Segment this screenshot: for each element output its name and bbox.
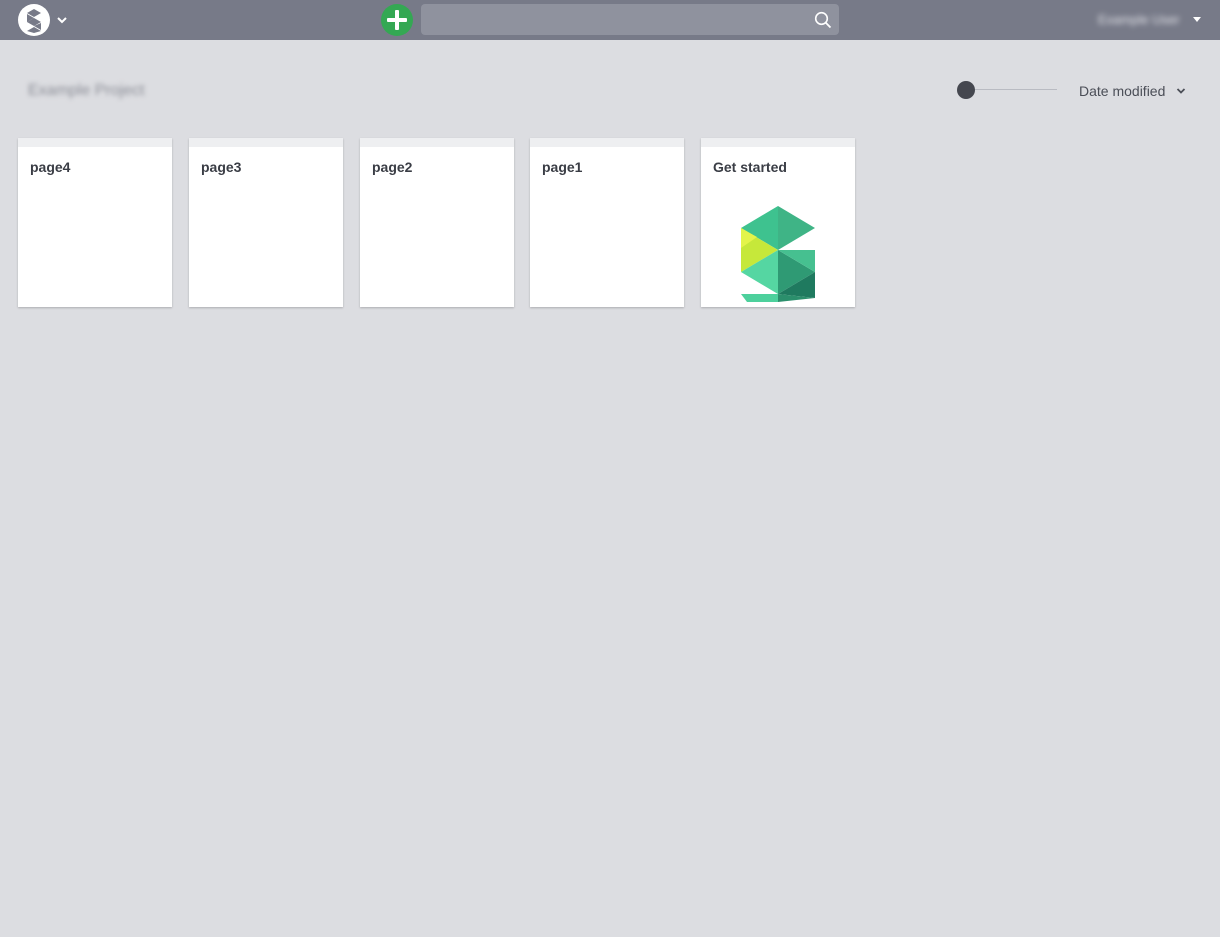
page-card[interactable]: page3 <box>189 138 343 307</box>
page-card-title: page2 <box>372 159 413 175</box>
chevron-down-icon <box>57 17 67 24</box>
page-card-title: Get started <box>713 159 787 175</box>
page-card[interactable]: page4 <box>18 138 172 307</box>
card-header-strip <box>530 138 684 147</box>
search-input[interactable] <box>421 4 801 35</box>
top-bar: Example User <box>0 0 1220 40</box>
page-card[interactable]: Get started <box>701 138 855 307</box>
caret-down-icon <box>1193 17 1201 22</box>
project-title: Example Project <box>28 82 145 99</box>
page-card-title: page3 <box>201 159 242 175</box>
card-header-strip <box>701 138 855 147</box>
card-header-strip <box>18 138 172 147</box>
app-logo-icon <box>18 4 50 36</box>
page-card[interactable]: page1 <box>530 138 684 307</box>
sort-dropdown[interactable]: Date modified <box>1079 81 1186 101</box>
zoom-slider[interactable] <box>957 80 1059 100</box>
user-name: Example User <box>1098 12 1180 27</box>
get-started-logo-icon <box>741 206 815 302</box>
user-menu[interactable]: Example User <box>1098 10 1204 30</box>
page-card[interactable]: page2 <box>360 138 514 307</box>
zoom-slider-track <box>965 89 1057 90</box>
card-header-strip <box>189 138 343 147</box>
plus-circle-icon[interactable] <box>381 4 413 36</box>
card-header-strip <box>360 138 514 147</box>
search-box <box>421 4 839 35</box>
zoom-slider-handle[interactable] <box>957 81 975 99</box>
search-icon[interactable] <box>814 11 832 29</box>
sort-dropdown-label: Date modified <box>1079 83 1166 99</box>
chevron-down-icon <box>1176 88 1185 94</box>
page-card-title: page4 <box>30 159 71 175</box>
page-card-title: page1 <box>542 159 583 175</box>
app-menu-button[interactable] <box>18 4 72 36</box>
